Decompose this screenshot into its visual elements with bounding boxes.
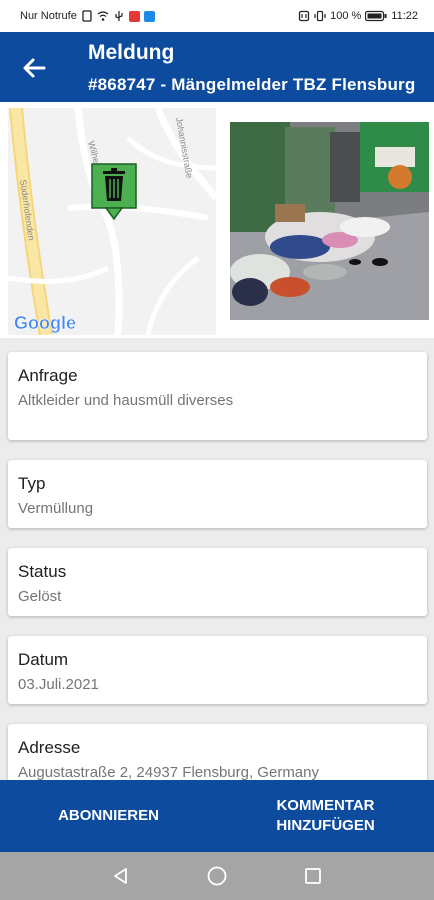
sim-icon (82, 10, 92, 22)
page-title: Meldung (88, 41, 175, 64)
report-photo-image (230, 122, 429, 320)
vibrate-icon (314, 10, 326, 22)
battery-icon (365, 10, 387, 22)
carrier-text: Nur Notrufe (20, 10, 77, 22)
app-bar: Meldung #868747 - Mängelmelder TBZ Flens… (0, 32, 434, 102)
detail-label: Status (18, 562, 67, 581)
subscribe-button[interactable]: ABONNIEREN (0, 780, 217, 852)
detail-card-status: Status Gelöst (8, 548, 427, 616)
detail-value: Altkleider und hausmüll diverses (18, 392, 234, 409)
system-navigation-bar (0, 852, 434, 900)
report-photo[interactable] (230, 122, 429, 320)
add-comment-button[interactable]: KOMMENTAR HINZUFÜGEN (217, 780, 434, 852)
add-comment-label-line2: HINZUFÜGEN (276, 817, 375, 834)
detail-card-adresse: Adresse Augustastraße 2, 24937 Flensburg… (8, 724, 427, 780)
google-logo: Google (14, 313, 76, 333)
report-detail-content[interactable]: Johannisstraße Süderhofenden Wilhe Googl… (0, 102, 434, 780)
nav-recents-button[interactable] (265, 852, 361, 900)
media-section: Johannisstraße Süderhofenden Wilhe Googl… (0, 102, 434, 338)
detail-value: Gelöst (18, 588, 62, 605)
wifi-icon (97, 11, 109, 21)
detail-value: Vermüllung (18, 500, 94, 517)
map-streets: Johannisstraße Süderhofenden Wilhe Googl… (8, 108, 216, 335)
app-notification-icon-2 (143, 10, 155, 22)
detail-value: Augustastraße 2, 24937 Flensburg, German… (18, 764, 319, 780)
triangle-back-icon (114, 868, 127, 884)
battery-percentage: 100 % (330, 10, 362, 22)
nav-home-button[interactable] (169, 852, 265, 900)
status-bar: Nur Notrufe 100 % 11:22 (0, 0, 434, 32)
nav-back-button[interactable] (73, 852, 169, 900)
detail-label: Typ (18, 474, 46, 493)
action-bar: ABONNIEREN KOMMENTAR HINZUFÜGEN (0, 780, 434, 852)
detail-label: Adresse (18, 738, 81, 757)
detail-label: Datum (18, 650, 69, 669)
circle-home-icon (207, 866, 227, 886)
usb-icon (115, 11, 123, 21)
detail-label: Anfrage (18, 366, 78, 385)
square-recents-icon (305, 868, 321, 884)
app-notification-icon (128, 10, 140, 22)
detail-card-anfrage: Anfrage Altkleider und hausmüll diverses (8, 352, 427, 440)
detail-card-datum: Datum 03.Juli.2021 (8, 636, 427, 704)
back-arrow-icon[interactable] (18, 52, 50, 84)
page-subtitle: #868747 - Mängelmelder TBZ Flensburg (88, 75, 416, 94)
detail-value: 03.Juli.2021 (18, 676, 99, 693)
clock: 11:22 (391, 10, 418, 22)
detail-card-typ: Typ Vermüllung (8, 460, 427, 528)
nfc-icon (298, 10, 310, 22)
add-comment-label-line1: KOMMENTAR (276, 797, 375, 814)
location-map[interactable]: Johannisstraße Süderhofenden Wilhe Googl… (8, 108, 216, 335)
subscribe-button-label: ABONNIEREN (58, 807, 159, 824)
